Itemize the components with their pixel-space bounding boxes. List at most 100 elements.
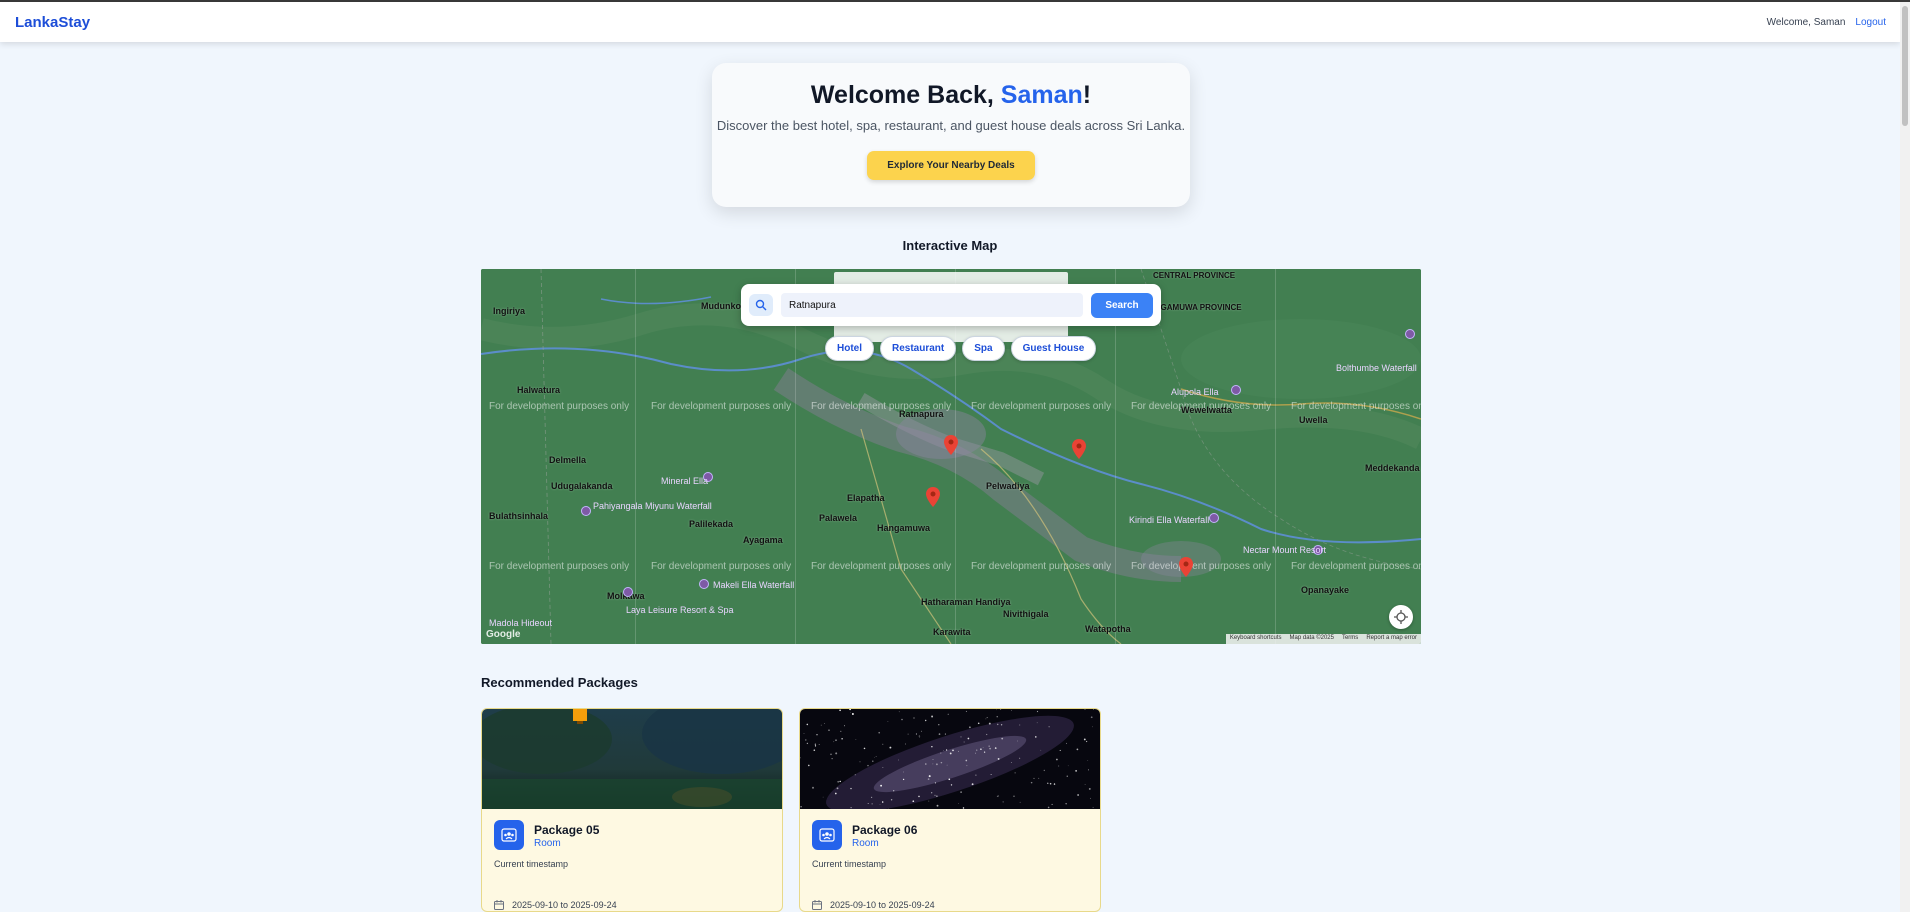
star-dot bbox=[870, 796, 873, 799]
filter-chip-guest-house[interactable]: Guest House bbox=[1010, 336, 1097, 361]
filter-chip-restaurant[interactable]: Restaurant bbox=[880, 336, 957, 361]
dev-watermark: For development purposes only bbox=[811, 561, 952, 572]
star-dot bbox=[924, 719, 927, 722]
star-dot bbox=[893, 790, 895, 792]
star-dot bbox=[1067, 765, 1069, 767]
map-tile-seam bbox=[1275, 269, 1276, 644]
star-dot bbox=[935, 763, 938, 766]
explore-nearby-deals-button[interactable]: Explore Your Nearby Deals bbox=[867, 151, 1035, 180]
logout-link[interactable]: Logout bbox=[1855, 17, 1886, 28]
filter-chip-spa[interactable]: Spa bbox=[962, 336, 1005, 361]
star-dot bbox=[960, 791, 962, 793]
star-dot bbox=[980, 748, 982, 751]
terms-link[interactable]: Terms bbox=[1342, 635, 1358, 643]
waterfall-poi-icon[interactable] bbox=[1405, 329, 1415, 339]
brand-logo[interactable]: LankaStay bbox=[15, 14, 90, 31]
star-dot bbox=[975, 774, 977, 776]
location-pin-icon[interactable] bbox=[1179, 557, 1193, 577]
map-poi-label: Laya Leisure Resort & Spa bbox=[626, 605, 734, 615]
calendar-icon bbox=[812, 900, 822, 910]
map-data-text: Map data ©2025 bbox=[1289, 635, 1334, 641]
report-error-link[interactable]: Report a map error bbox=[1366, 635, 1417, 643]
star-dot bbox=[1087, 760, 1089, 761]
star-dot bbox=[841, 737, 843, 740]
package-card[interactable]: Package 06 Room Current timestamp 2025-0… bbox=[799, 708, 1101, 912]
keyboard-shortcuts-link[interactable]: Keyboard shortcuts bbox=[1230, 635, 1282, 643]
waterfall-poi-icon[interactable] bbox=[699, 579, 709, 589]
map-place-label: Udugalakanda bbox=[551, 481, 613, 491]
package-type: Room bbox=[852, 838, 879, 849]
star-dot bbox=[1036, 722, 1038, 724]
package-image-garden bbox=[482, 709, 782, 809]
star-dot bbox=[986, 717, 988, 719]
star-dot bbox=[958, 802, 959, 804]
star-dot bbox=[976, 749, 978, 751]
star-dot bbox=[1066, 742, 1067, 744]
star-dot bbox=[1014, 772, 1016, 774]
search-button[interactable]: Search bbox=[1091, 293, 1153, 318]
scrollbar-thumb[interactable] bbox=[1902, 6, 1908, 126]
package-dates-text: 2025-09-10 to 2025-09-24 bbox=[512, 900, 617, 910]
star-dot bbox=[851, 713, 854, 715]
resort-poi-icon[interactable] bbox=[623, 587, 633, 597]
location-pin-icon[interactable] bbox=[926, 487, 940, 507]
star-dot bbox=[988, 722, 991, 725]
star-dot bbox=[836, 787, 839, 790]
star-dot bbox=[988, 745, 990, 747]
map-poi-label: Bolthumbe Waterfall bbox=[1336, 363, 1417, 373]
map-place-label: Karawita bbox=[933, 627, 971, 637]
star-dot bbox=[882, 767, 884, 768]
search-icon-button[interactable] bbox=[749, 294, 773, 316]
star-dot bbox=[928, 800, 930, 802]
map-poi-label: Nectar Mount Resort bbox=[1243, 545, 1327, 555]
star-dot bbox=[816, 734, 818, 736]
package-dates-text: 2025-09-10 to 2025-09-24 bbox=[830, 900, 935, 910]
star-dot bbox=[898, 759, 899, 761]
star-dot bbox=[806, 723, 809, 726]
star-dot bbox=[850, 787, 852, 790]
dev-watermark: For development purposes only bbox=[489, 401, 630, 412]
star-dot bbox=[1033, 777, 1035, 779]
page-scrollbar[interactable] bbox=[1900, 2, 1910, 912]
map-place-label: Ingiriya bbox=[493, 306, 526, 316]
package-type-icon bbox=[494, 820, 524, 850]
dev-watermark: For development purposes only bbox=[1291, 561, 1421, 572]
star-dot bbox=[1087, 769, 1090, 771]
package-card[interactable]: Package 05 Room Current timestamp 2025-0… bbox=[481, 708, 783, 912]
map-place-label: Hatharaman Handiya bbox=[921, 597, 1011, 607]
map-section-title: Interactive Map bbox=[902, 238, 998, 253]
star-dot bbox=[1092, 726, 1093, 728]
map-province-label: CENTRAL PROVINCE bbox=[1153, 271, 1236, 280]
star-dot bbox=[1065, 803, 1067, 805]
star-dot bbox=[997, 757, 1000, 760]
star-dot bbox=[920, 730, 923, 732]
star-dot bbox=[834, 792, 837, 795]
waterfall-poi-icon[interactable] bbox=[581, 506, 591, 516]
map-place-label: Halwatura bbox=[517, 385, 561, 395]
star-dot bbox=[1013, 795, 1015, 797]
hero-user-name: Saman bbox=[1000, 81, 1083, 109]
location-search-input[interactable] bbox=[781, 293, 1083, 317]
star-dot bbox=[1001, 737, 1004, 740]
map-place-label: Palawela bbox=[819, 513, 858, 523]
star-dot bbox=[875, 756, 877, 757]
star-dot bbox=[931, 746, 933, 748]
location-pin-icon[interactable] bbox=[1072, 439, 1086, 459]
location-pin-icon[interactable] bbox=[944, 435, 958, 455]
waterfall-poi-icon[interactable] bbox=[1209, 513, 1219, 523]
filter-chip-hotel[interactable]: Hotel bbox=[825, 336, 874, 361]
welcome-user-text: Welcome, Saman bbox=[1766, 17, 1846, 28]
star-dot bbox=[946, 764, 948, 766]
star-dot bbox=[918, 795, 920, 798]
map-place-label: Bulathsinhala bbox=[489, 511, 549, 521]
star-dot bbox=[965, 710, 967, 712]
star-dot bbox=[890, 799, 893, 801]
map-place-label: Ratnapura bbox=[899, 409, 944, 419]
star-dot bbox=[996, 716, 998, 718]
map-fullscreen-button[interactable] bbox=[1389, 605, 1413, 629]
star-dot bbox=[803, 733, 805, 734]
star-dot bbox=[902, 778, 905, 781]
star-dot bbox=[950, 784, 953, 786]
waterfall-poi-icon[interactable] bbox=[1231, 385, 1241, 395]
package-description: Current timestamp bbox=[494, 859, 569, 869]
